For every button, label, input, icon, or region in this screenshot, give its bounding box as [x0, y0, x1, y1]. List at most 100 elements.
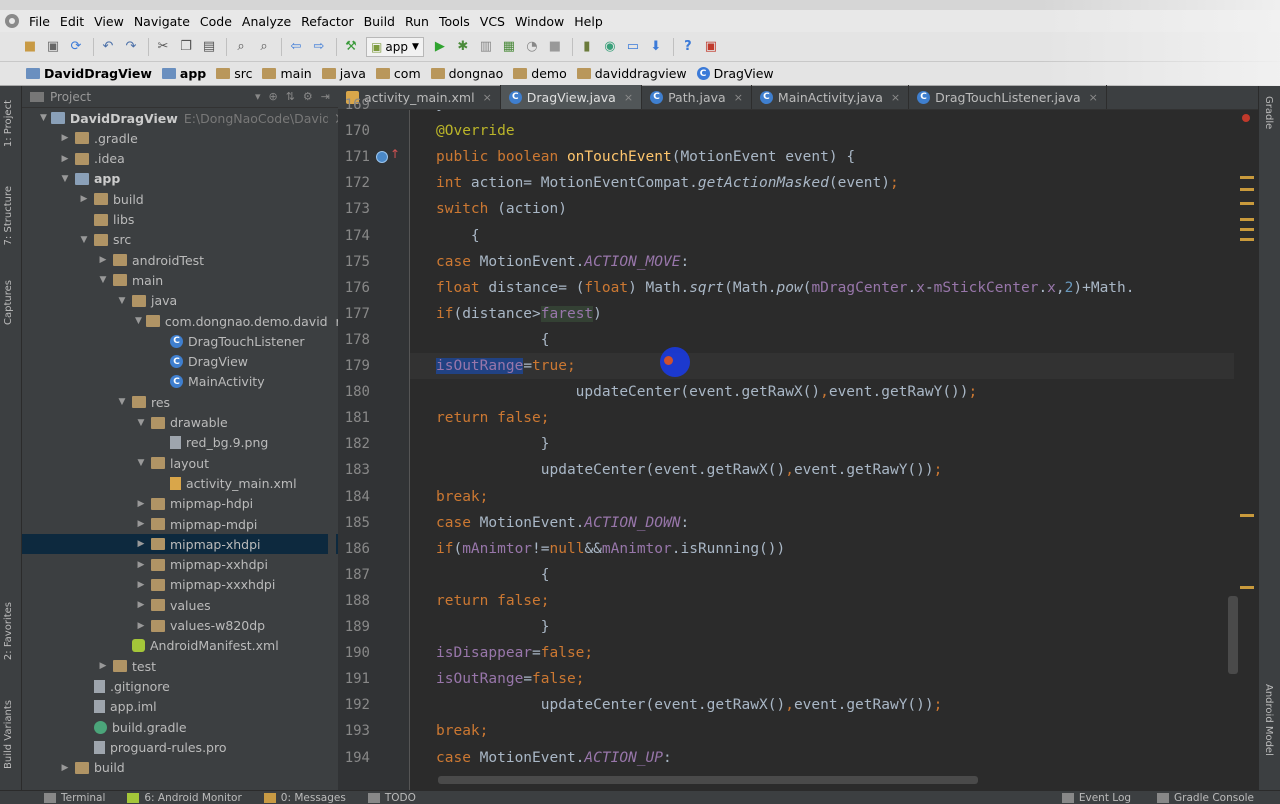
stop-icon[interactable]: ■ [547, 39, 563, 55]
collapse-arrow-icon[interactable]: ▶ [135, 560, 147, 570]
expand-arrow-icon[interactable]: ▼ [59, 174, 71, 184]
menu-build[interactable]: Build [359, 14, 400, 29]
crumb-main[interactable]: main [262, 66, 312, 81]
tool-tab-gradle[interactable]: Gradle [1263, 96, 1274, 129]
open-icon[interactable]: ■ [22, 39, 38, 55]
tree-item[interactable]: ▶ .idea [22, 149, 338, 169]
expand-arrow-icon[interactable]: ▼ [135, 316, 142, 326]
code-area[interactable]: } @Override public boolean onTouchEvent(Mo… [410, 110, 1258, 790]
menu-refactor[interactable]: Refactor [296, 14, 358, 29]
collapse-arrow-icon[interactable]: ▶ [135, 600, 147, 610]
gear-icon[interactable]: ⚙ [303, 90, 313, 103]
code-line[interactable]: return false; [410, 405, 1258, 431]
close-icon[interactable]: × [1089, 91, 1098, 104]
expand-arrow-icon[interactable]: ▼ [135, 458, 147, 468]
expand-arrow-icon[interactable]: ▼ [78, 235, 90, 245]
collapse-arrow-icon[interactable]: ▶ [59, 763, 71, 773]
terminal-tab[interactable]: Terminal [44, 792, 105, 804]
collapse-arrow-icon[interactable]: ▶ [59, 154, 71, 164]
android-monitor-tab[interactable]: 6: Android Monitor [127, 792, 242, 804]
horizontal-scrollbar[interactable] [438, 776, 978, 784]
code-line[interactable]: isOutRange = false; [410, 666, 1258, 692]
collapse-arrow-icon[interactable]: ▶ [135, 580, 147, 590]
tree-item[interactable]: C DragView [22, 352, 338, 372]
close-icon[interactable]: × [624, 91, 633, 104]
tool-tab-favorites[interactable]: 2: Favorites [3, 602, 14, 660]
crumb-daviddragview[interactable]: daviddragview [576, 66, 687, 81]
collapse-arrow-icon[interactable]: ▶ [135, 519, 147, 529]
crumb-java[interactable]: java [321, 66, 366, 81]
crumb-project[interactable]: DavidDragView [26, 66, 152, 81]
code-line[interactable]: return false; [410, 588, 1258, 614]
tree-item[interactable]: ▶ build [22, 758, 338, 778]
tree-item[interactable]: .gitignore [22, 676, 338, 696]
tree-item[interactable]: ▶ test [22, 656, 338, 676]
code-line[interactable]: @Override [410, 118, 1258, 144]
code-line[interactable]: case MotionEvent. ACTION_DOWN: [410, 510, 1258, 536]
collapse-arrow-icon[interactable]: ▶ [135, 621, 147, 631]
tree-item[interactable]: ▶ mipmap-xxhdpi [22, 555, 338, 575]
avd-manager-icon[interactable]: ▮ [579, 39, 595, 55]
project-view-select[interactable]: Project [50, 90, 91, 104]
help-icon[interactable]: ? [680, 39, 696, 55]
menu-file[interactable]: File [24, 14, 55, 29]
tree-item[interactable]: libs [22, 210, 338, 230]
run-icon[interactable]: ▶ [432, 39, 448, 55]
coverage-icon[interactable]: ▦ [501, 39, 517, 55]
code-line[interactable]: } [410, 110, 1258, 118]
sdk-icon[interactable]: ⬇ [648, 39, 664, 55]
menu-code[interactable]: Code [195, 14, 237, 29]
editor-tab[interactable]: C MainActivity.java × [752, 85, 910, 109]
run-config-select[interactable]: ▣ app ▼ [366, 36, 424, 57]
copy-icon[interactable]: ❐ [178, 39, 194, 55]
code-line[interactable]: int action= MotionEventCompat. getActionM… [410, 170, 1258, 196]
hide-icon[interactable]: ⇥ [321, 90, 330, 103]
stripe-mark[interactable] [1240, 228, 1254, 231]
tree-item[interactable]: ▶ mipmap-xxxhdpi [22, 575, 338, 595]
make-icon[interactable]: ⚒ [343, 39, 359, 55]
attach-debugger-icon[interactable]: ▥ [478, 39, 494, 55]
debug-icon[interactable]: ✱ [455, 39, 471, 55]
todo-tab[interactable]: TODO [367, 792, 416, 804]
collapse-arrow-icon[interactable]: ▶ [59, 133, 71, 143]
collapse-all-icon[interactable]: ⇅ [286, 90, 295, 103]
expand-arrow-icon[interactable]: ▼ [97, 275, 109, 285]
code-line[interactable]: updateCenter(event.getRawX(), event.getRa… [410, 692, 1258, 718]
forward-icon[interactable]: ⇨ [311, 39, 327, 55]
profile-icon[interactable]: ◔ [524, 39, 540, 55]
crumb-dragview[interactable]: C DragView [696, 66, 774, 81]
tool-tab-project[interactable]: 1: Project [3, 100, 14, 147]
tool-tab-android-model[interactable]: Android Model [1263, 684, 1274, 756]
tree-item[interactable]: ▶ values-w820dp [22, 616, 338, 636]
code-line[interactable]: break; [410, 718, 1258, 744]
code-line[interactable]: float distance= (float) Math. sqrt (Math. p… [410, 275, 1258, 301]
menu-view[interactable]: View [89, 14, 129, 29]
tree-item[interactable]: ▶ mipmap-hdpi [22, 494, 338, 514]
code-line[interactable]: updateCenter(event.getRawX(), event.getRa… [410, 457, 1258, 483]
tree-item[interactable]: ▼ app [22, 169, 338, 189]
collapse-arrow-icon[interactable]: ▶ [135, 539, 147, 549]
code-line[interactable]: case MotionEvent. ACTION_MOVE: [410, 249, 1258, 275]
expand-arrow-icon[interactable]: ▼ [116, 296, 128, 306]
crumb-dongnao[interactable]: dongnao [430, 66, 503, 81]
menu-window[interactable]: Window [510, 14, 569, 29]
monitor-icon[interactable]: ▣ [703, 39, 719, 55]
project-scrollbar[interactable] [328, 110, 336, 770]
editor-tab[interactable]: C DragTouchListener.java × [909, 85, 1107, 109]
close-icon[interactable]: × [734, 91, 743, 104]
code-line[interactable]: public boolean onTouchEvent (MotionEvent … [410, 144, 1258, 170]
menu-navigate[interactable]: Navigate [129, 14, 195, 29]
paste-icon[interactable]: ▤ [201, 39, 217, 55]
code-line[interactable]: { [410, 223, 1258, 249]
tool-tab-structure[interactable]: 7: Structure [3, 186, 14, 245]
tree-item[interactable]: ▼ main [22, 270, 338, 290]
project-structure-icon[interactable]: ▭ [625, 39, 641, 55]
tree-item[interactable]: ▶ build [22, 189, 338, 209]
stripe-mark[interactable] [1240, 238, 1254, 241]
menu-vcs[interactable]: VCS [475, 14, 510, 29]
tree-item[interactable]: C DragTouchListener [22, 331, 338, 351]
menu-tools[interactable]: Tools [434, 14, 475, 29]
collapse-arrow-icon[interactable]: ▶ [97, 661, 109, 671]
expand-arrow-icon[interactable]: ▼ [116, 397, 128, 407]
collapse-arrow-icon[interactable]: ▶ [97, 255, 109, 265]
